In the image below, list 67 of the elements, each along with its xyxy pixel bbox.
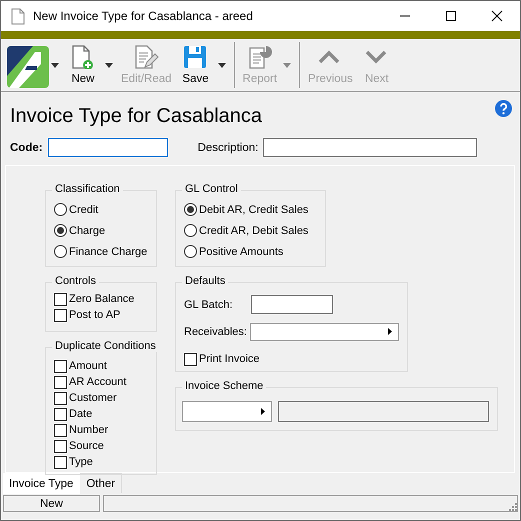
checkbox-label: Print Invoice (199, 353, 260, 365)
tab[interactable]: Other (80, 473, 122, 493)
checkbox-label: Number (69, 424, 108, 436)
gl-batch-field[interactable] (251, 295, 333, 314)
receivables-label: Receivables: (184, 326, 248, 338)
dropdown-arrow-icon (260, 408, 265, 415)
receivables-dropdown[interactable] (250, 322, 399, 340)
checkbox[interactable] (54, 360, 67, 372)
checkbox-label: Zero Balance (69, 293, 134, 305)
checkbox[interactable] (54, 292, 67, 306)
group-title: Defaults (182, 275, 228, 287)
checkbox[interactable] (54, 392, 67, 404)
radio-button[interactable] (54, 245, 67, 258)
new-document-icon (70, 44, 96, 68)
help-icon[interactable] (495, 100, 512, 117)
edit-document-icon (133, 44, 160, 68)
group-title: Controls (52, 275, 99, 287)
code-field[interactable] (48, 138, 168, 157)
close-icon (491, 10, 503, 22)
radio-button[interactable] (184, 224, 197, 237)
radio-button[interactable] (54, 203, 67, 216)
group-title: Classification (52, 183, 123, 195)
radio-label: Debit AR, Credit Sales (199, 204, 308, 216)
status-mode: New (3, 495, 100, 512)
radio-button[interactable] (184, 203, 197, 216)
dropdown-caret-icon[interactable] (51, 62, 59, 68)
radio-button[interactable] (184, 245, 197, 258)
checkbox-label: Post to AP (69, 309, 120, 321)
checkbox[interactable] (54, 456, 67, 468)
radio-button[interactable] (54, 224, 67, 237)
radio-label: Credit (69, 204, 98, 216)
code-label: Code: (10, 142, 43, 154)
checkbox-label: Date (69, 408, 92, 420)
checkbox-label: Type (69, 456, 93, 468)
app-logo (7, 46, 49, 88)
new-button[interactable]: New (63, 40, 103, 90)
radio-label: Finance Charge (69, 246, 148, 258)
checkbox[interactable] (54, 308, 67, 322)
checkbox[interactable] (54, 440, 67, 452)
group-title: Duplicate Conditions (52, 340, 159, 352)
page-heading: Invoice Type for Casablanca (10, 105, 262, 128)
group-title: Invoice Scheme (182, 380, 266, 392)
report-chart-icon (246, 44, 273, 68)
checkbox-label: Amount (69, 360, 107, 372)
window-title: New Invoice Type for Casablanca - areed (33, 9, 254, 23)
dropdown-caret-icon[interactable] (105, 62, 113, 68)
save-button[interactable]: Save (176, 40, 216, 90)
checkbox-label: AR Account (69, 376, 126, 388)
checkbox[interactable] (184, 352, 197, 366)
checkbox[interactable] (54, 408, 67, 420)
radio-label: Positive Amounts (199, 246, 284, 258)
tab[interactable]: Invoice Type (3, 473, 80, 494)
checkbox[interactable] (54, 424, 67, 436)
checkbox-label: Customer (69, 392, 117, 404)
checkbox-label: Source (69, 440, 104, 452)
maximize-icon (445, 10, 457, 22)
gl-batch-label: GL Batch: (184, 298, 234, 310)
checkbox[interactable] (54, 376, 67, 388)
description-label: Description: (198, 142, 258, 154)
radio-label: Credit AR, Debit Sales (199, 224, 308, 236)
description-field[interactable] (263, 138, 478, 157)
invoice-scheme-dropdown[interactable] (182, 401, 272, 422)
dropdown-arrow-icon (388, 328, 392, 335)
document-icon (11, 8, 25, 24)
radio-label: Charge (69, 224, 106, 236)
group-title: GL Control (182, 183, 241, 195)
dropdown-caret-icon[interactable] (218, 62, 226, 68)
